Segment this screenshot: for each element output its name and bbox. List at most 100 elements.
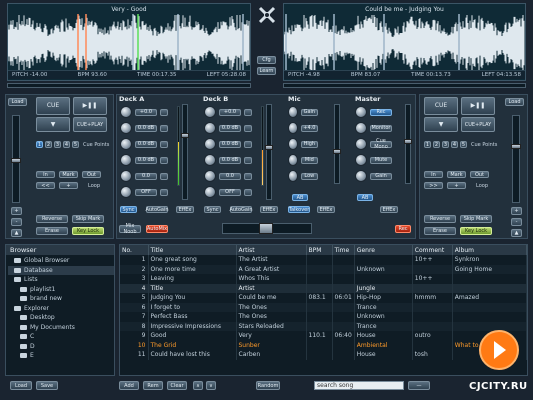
- deck-b-cue-1[interactable]: 1: [424, 141, 431, 148]
- deck-b-eq-button[interactable]: 0.0: [219, 172, 241, 180]
- deck-a-cue-5[interactable]: 5: [72, 141, 79, 148]
- deck-b-kill-button[interactable]: [244, 108, 252, 116]
- deck-a-knob[interactable]: [120, 106, 132, 118]
- column-header[interactable]: No.: [120, 245, 149, 255]
- deck-b-volume-fader[interactable]: [265, 104, 273, 200]
- deck-b-reverse-button[interactable]: Reverse: [424, 215, 456, 223]
- master-eq-button[interactable]: Cue Mono: [370, 138, 392, 150]
- deck-b-pitch-slider[interactable]: [511, 115, 521, 203]
- table-row[interactable]: 7 Perfect Bass The Ones Unknown: [120, 312, 527, 322]
- deck-b-keylock-button[interactable]: Key Lock: [460, 227, 492, 235]
- master-eq-button[interactable]: Rec: [370, 108, 392, 116]
- random-button[interactable]: Random: [256, 381, 280, 390]
- mic-eq-button[interactable]: Gain: [300, 108, 318, 116]
- tree-item[interactable]: playlist1: [8, 285, 114, 295]
- mic-ab-button[interactable]: AB: [292, 194, 308, 201]
- deck-a-cue-2[interactable]: 2: [45, 141, 52, 148]
- deck-a-play-button[interactable]: ▶❚❚: [73, 97, 107, 115]
- master-ab-button[interactable]: AB: [357, 194, 373, 201]
- table-row[interactable]: 4 Title Artist Jungle: [120, 283, 527, 293]
- deck-a-nav-back[interactable]: <<: [36, 182, 55, 189]
- deck-a-knob[interactable]: [120, 170, 132, 182]
- deck-b-pitch-minus[interactable]: -: [511, 218, 522, 226]
- move-down-button[interactable]: ∨: [206, 381, 216, 390]
- column-header[interactable]: BPM: [306, 245, 333, 255]
- mic-eq-button[interactable]: Low: [300, 172, 318, 180]
- mic-efx-button[interactable]: EffEx: [317, 206, 335, 213]
- search-input[interactable]: search song: [314, 381, 404, 390]
- record-button[interactable]: Rec: [395, 225, 411, 233]
- deck-a-reverse-button[interactable]: Reverse: [36, 215, 68, 223]
- deck-a-position-bar[interactable]: [7, 83, 251, 88]
- deck-a-eq-button[interactable]: 0.0 dB: [135, 156, 157, 164]
- tree-item[interactable]: E: [8, 351, 114, 361]
- table-row[interactable]: 6I forget to The Ones Trance: [120, 302, 527, 312]
- deck-b-knob[interactable]: [204, 186, 216, 198]
- deck-a-erase-button[interactable]: Erase: [36, 227, 68, 235]
- deck-a-nav-plus[interactable]: +: [59, 182, 78, 189]
- deck-b-pitch-reset[interactable]: ▲: [511, 229, 522, 237]
- deck-b-stop-button[interactable]: ▼: [424, 117, 458, 132]
- deck-a-loop-out[interactable]: Out: [82, 171, 101, 178]
- deck-a-loop-in[interactable]: In: [36, 171, 55, 178]
- deck-a-efx-button[interactable]: EffEx: [176, 206, 194, 213]
- deck-a-autogain-button[interactable]: AutoGain: [145, 206, 169, 213]
- deck-b-play-button[interactable]: ▶❚❚: [461, 97, 495, 115]
- move-up-button[interactable]: ∧: [193, 381, 203, 390]
- deck-a-skipmark-button[interactable]: Skip Mark: [72, 215, 104, 223]
- deck-b-knob[interactable]: [204, 122, 216, 134]
- master-knob[interactable]: [355, 154, 367, 166]
- column-header[interactable]: Genre: [354, 245, 413, 255]
- deck-a-kill-button[interactable]: [160, 140, 168, 148]
- mic-knob[interactable]: [288, 106, 298, 118]
- master-efx-button[interactable]: EffEx: [380, 206, 398, 213]
- column-header[interactable]: Album: [452, 245, 527, 255]
- deck-b-nav-plus[interactable]: +: [447, 182, 466, 189]
- deck-b-kill-button[interactable]: [244, 140, 252, 148]
- deck-a-stop-button[interactable]: ▼: [36, 117, 70, 132]
- deck-a-kill-button[interactable]: [160, 172, 168, 180]
- tree-item[interactable]: Desktop: [8, 313, 114, 323]
- deck-a-eq-button[interactable]: 0.0 dB: [135, 140, 157, 148]
- mic-eq-button[interactable]: Mid: [300, 156, 318, 164]
- deck-a-kill-button[interactable]: [160, 188, 168, 196]
- tree-item[interactable]: Explorer: [8, 304, 114, 314]
- deck-a-load-button[interactable]: Load: [8, 98, 27, 106]
- deck-b-knob[interactable]: [204, 170, 216, 182]
- browser-save-button[interactable]: Save: [36, 381, 58, 390]
- deck-b-position-bar[interactable]: [283, 83, 526, 88]
- add-track-button[interactable]: Add: [119, 381, 139, 390]
- deck-a-cue-4[interactable]: 4: [63, 141, 70, 148]
- master-eq-button[interactable]: Monitor: [370, 124, 392, 132]
- search-clear-button[interactable]: —: [408, 381, 430, 390]
- deck-a-cueplay-button[interactable]: CUE+PLAY: [73, 117, 107, 132]
- table-row[interactable]: 3 Leaving Whos This 10++: [120, 274, 527, 284]
- deck-a-knob[interactable]: [120, 122, 132, 134]
- mic-eq-button[interactable]: High: [300, 140, 318, 148]
- mix-noob-button[interactable]: Mix Noob: [119, 223, 141, 235]
- tree-item[interactable]: My Documents: [8, 323, 114, 333]
- master-knob[interactable]: [355, 138, 367, 150]
- deck-b-kill-button[interactable]: [244, 172, 252, 180]
- deck-b-waveform[interactable]: Could be me - Judging You PITCH -4.98 BP…: [283, 3, 526, 81]
- deck-b-cueplay-button[interactable]: CUE+PLAY: [461, 117, 495, 132]
- deck-a-pitch-slider[interactable]: [11, 115, 21, 203]
- column-header[interactable]: Time: [332, 245, 355, 255]
- deck-a-pitch-reset[interactable]: ▲: [11, 229, 22, 237]
- deck-a-eq-button[interactable]: OFF: [135, 188, 157, 196]
- table-row[interactable]: 2 One more time A Great Artist Unknown Going…: [120, 264, 527, 274]
- deck-a-eq-button[interactable]: +0.0: [135, 108, 157, 116]
- remove-track-button[interactable]: Rem: [143, 381, 163, 390]
- learn-button[interactable]: Learn: [257, 67, 276, 75]
- deck-b-cue-button[interactable]: CUE: [424, 97, 458, 115]
- mic-volume-fader[interactable]: [333, 104, 341, 184]
- deck-a-eq-button[interactable]: 0.0 dB: [135, 124, 157, 132]
- table-row[interactable]: 9 Good Very 110.1 06:40 House outro: [120, 331, 527, 341]
- mic-eq-button[interactable]: +4.0: [300, 124, 318, 132]
- deck-a-kill-button[interactable]: [160, 156, 168, 164]
- mic-knob[interactable]: [288, 154, 298, 166]
- tree-item[interactable]: C: [8, 332, 114, 342]
- deck-b-knob[interactable]: [204, 138, 216, 150]
- deck-b-loop-out[interactable]: Out: [470, 171, 489, 178]
- master-knob[interactable]: [355, 122, 367, 134]
